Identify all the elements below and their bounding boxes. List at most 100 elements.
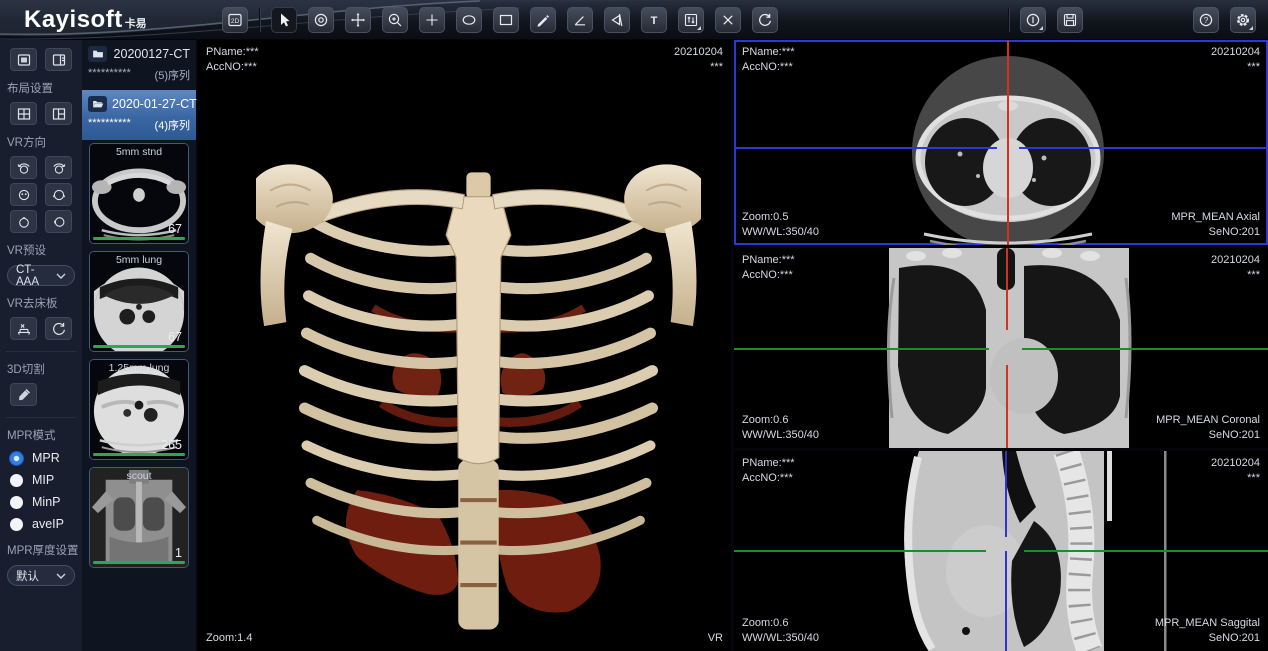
coronal-overlay-top-right: 20210204***	[1211, 253, 1260, 283]
axial-crosshair-vertical-red	[1007, 40, 1009, 245]
grid-1x2-layout-button[interactable]	[45, 102, 72, 125]
vr-head-top-button[interactable]	[10, 210, 37, 233]
study-name: 2020-01-27-CT	[112, 97, 197, 111]
left-sidebar: 布局设置 VR方向 VR预设 CT-AAA V	[0, 40, 82, 651]
grid-2x2-layout-button[interactable]	[10, 102, 37, 125]
toolbar-separator	[259, 8, 260, 32]
series-number: SeNO:201	[1171, 225, 1260, 240]
pencil-tool-button[interactable]	[530, 7, 556, 33]
remove-bed-button[interactable]	[10, 317, 37, 340]
submenu-corner-mark	[697, 26, 701, 30]
study-item-selected[interactable]: 2020-01-27-CT ********** (4)序列	[82, 90, 196, 140]
thumbnail-progress-bar	[93, 561, 185, 564]
window-level-value: WW/WL:350/40	[742, 225, 819, 240]
series-thumbnail-125mm-lung[interactable]: 1.25mm lung 265	[89, 359, 189, 460]
head-top-icon	[16, 214, 32, 230]
head-rotate-left-icon	[16, 160, 32, 176]
mpr-thickness-value: 默认	[16, 568, 39, 584]
radio-icon	[10, 496, 23, 509]
angle-tool-button[interactable]	[567, 7, 593, 33]
mpr-mode-option-minp[interactable]: MinP	[0, 491, 82, 513]
head-side-icon	[51, 214, 67, 230]
panel-layout-button[interactable]	[45, 48, 72, 71]
pan-tool-button[interactable]	[345, 7, 371, 33]
axial-overlay-top-left: PName:***AccNO:***	[742, 45, 795, 75]
cobb-angle-tool-button[interactable]	[604, 7, 630, 33]
report-button[interactable]	[1020, 7, 1046, 33]
submenu-corner-mark	[1249, 26, 1253, 30]
series-thumbnail-5mm-lung[interactable]: 5mm lung 67	[89, 251, 189, 352]
submenu-corner-mark	[1039, 26, 1043, 30]
window-level-tool-button[interactable]	[678, 7, 704, 33]
reset-rotation-button[interactable]	[752, 7, 778, 33]
mpr-mode-option-label: MPR	[32, 451, 60, 465]
save-button[interactable]	[1057, 7, 1083, 33]
mpr-thickness-dropdown[interactable]: 默认	[7, 565, 75, 586]
sagittal-crosshair-horizontal-green	[1024, 550, 1268, 552]
vr-head-rotate-left-button[interactable]	[10, 156, 37, 179]
help-button[interactable]: ?	[1193, 7, 1219, 33]
radio-icon	[10, 518, 23, 531]
main-area: 布局设置 VR方向 VR预设 CT-AAA V	[0, 40, 1268, 651]
mpr-sagittal-viewport[interactable]: PName:***AccNO:*** 20210204*** Zoom:0.6W…	[734, 451, 1268, 651]
single-layout-button[interactable]	[10, 48, 37, 71]
study-series-count: (4)序列	[155, 117, 190, 133]
masked-value: ***	[1211, 268, 1260, 283]
patient-name: PName:***	[742, 456, 795, 471]
sidebar-divider	[6, 417, 76, 418]
mpr-mode-option-mip[interactable]: MIP	[0, 469, 82, 491]
vr-mode-label: VR	[708, 631, 723, 646]
coronal-crosshair-horizontal-green	[734, 348, 989, 350]
orbit-tool-button[interactable]	[308, 7, 334, 33]
rectangle-tool-button[interactable]	[493, 7, 519, 33]
mpr-coronal-viewport[interactable]: PName:***AccNO:*** 20210204*** Zoom:0.6W…	[734, 248, 1268, 448]
zoom-in-tool-button[interactable]	[382, 7, 408, 33]
radio-icon	[10, 474, 23, 487]
delete-annotation-button[interactable]	[715, 7, 741, 33]
vr-preset-dropdown[interactable]: CT-AAA	[7, 265, 75, 286]
study-name: 20200127-CT	[112, 47, 190, 61]
accession-number: AccNO:***	[206, 60, 259, 75]
accession-number: AccNO:***	[742, 268, 795, 283]
mpr-column: PName:***AccNO:*** 20210204*** Zoom:0.5W…	[734, 40, 1268, 651]
layout-panel-icon	[51, 52, 67, 68]
head-front-icon	[16, 187, 32, 203]
radio-selected-icon	[10, 452, 23, 465]
vr-head-side-button[interactable]	[45, 210, 72, 233]
sagittal-crosshair-horizontal-green	[734, 550, 986, 552]
cursor-tool-button[interactable]	[271, 7, 297, 33]
vr-viewport[interactable]: PName:***AccNO:*** 20210204*** Zoom:1.4 …	[198, 40, 731, 651]
reset-rotation-icon	[757, 12, 773, 28]
mpr-mode-name: MPR_MEAN Saggital	[1155, 616, 1260, 631]
text-tool-button[interactable]: T	[641, 7, 667, 33]
zoom-value: Zoom:0.5	[742, 210, 819, 225]
vr-head-front-button[interactable]	[10, 183, 37, 206]
remove-bed-icon	[16, 321, 32, 337]
settings-button[interactable]	[1230, 7, 1256, 33]
vr-head-back-button[interactable]	[45, 183, 72, 206]
series-thumbnail-scout[interactable]: scout 1	[89, 467, 189, 568]
ellipse-tool-button[interactable]	[456, 7, 482, 33]
save-icon	[1062, 12, 1078, 28]
study-item[interactable]: 20200127-CT ********** (5)序列	[82, 40, 196, 90]
scalpel-cut-button[interactable]	[10, 383, 37, 406]
vr-zoom-label: Zoom:1.4	[206, 631, 252, 646]
mpr-mode-name: MPR_MEAN Axial	[1171, 210, 1260, 225]
series-number: SeNO:201	[1156, 428, 1260, 443]
vr-reset-button[interactable]	[45, 317, 72, 340]
vr-preset-label: VR预设	[0, 235, 82, 262]
masked-value: ***	[1211, 471, 1260, 486]
series-thumbnail-5mm-stnd[interactable]: 5mm stnd 67	[89, 143, 189, 244]
coronal-crosshair-vertical-red	[1006, 365, 1008, 448]
vr-head-rotate-right-button[interactable]	[45, 156, 72, 179]
screenshot-2d-button[interactable]: 2D	[222, 7, 248, 33]
head-rotate-right-icon	[51, 160, 67, 176]
main-toolbar: 2D T	[222, 7, 778, 33]
crosshair-tool-button[interactable]	[419, 7, 445, 33]
sagittal-overlay-top-right: 20210204***	[1211, 456, 1260, 486]
mpr-mode-option-aveip[interactable]: aveIP	[0, 513, 82, 535]
toolbar-separator	[1008, 8, 1009, 32]
folder-closed-icon	[88, 46, 107, 62]
mpr-axial-viewport[interactable]: PName:***AccNO:*** 20210204*** Zoom:0.5W…	[734, 40, 1268, 245]
mpr-mode-option-mpr[interactable]: MPR	[0, 447, 82, 469]
